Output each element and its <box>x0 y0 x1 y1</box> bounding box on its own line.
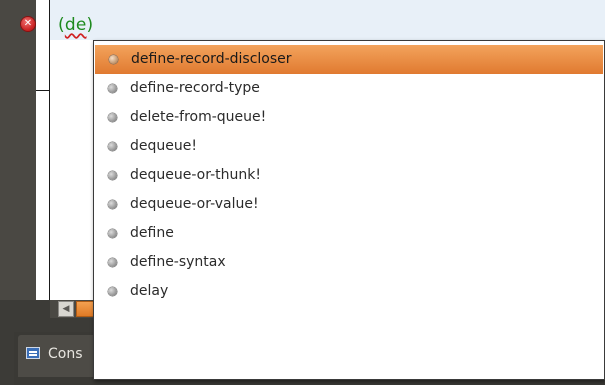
autocomplete-item[interactable]: define-record-discloser <box>95 45 603 74</box>
tab-console-label: Cons <box>48 346 83 362</box>
code-line[interactable]: (de) <box>58 15 93 35</box>
bullet-icon <box>108 142 117 151</box>
error-icon[interactable]: ✕ <box>21 17 35 31</box>
autocomplete-item-label: define-record-discloser <box>131 51 292 67</box>
autocomplete-item-label: dequeue-or-thunk! <box>130 167 261 183</box>
autocomplete-item-label: define <box>130 225 174 241</box>
code-partial-token: de <box>64 15 87 35</box>
autocomplete-item[interactable]: define-syntax <box>94 248 604 277</box>
ruler-marker <box>36 90 50 91</box>
scrollbar-thumb[interactable] <box>76 301 94 317</box>
console-icon <box>26 347 40 359</box>
autocomplete-item[interactable]: delay <box>94 277 604 306</box>
autocomplete-item[interactable]: define <box>94 219 604 248</box>
autocomplete-item-label: dequeue! <box>130 138 197 154</box>
code-open-paren: ( <box>58 15 65 35</box>
autocomplete-item[interactable]: define-record-type <box>94 74 604 103</box>
current-line-highlight <box>50 0 605 40</box>
bullet-icon <box>109 55 118 64</box>
autocomplete-item-label: delete-from-queue! <box>130 109 267 125</box>
autocomplete-item[interactable]: dequeue-or-value! <box>94 190 604 219</box>
bullet-icon <box>108 113 117 122</box>
bullet-icon <box>108 287 117 296</box>
bullet-icon <box>108 171 117 180</box>
code-close-paren: ) <box>86 15 94 35</box>
autocomplete-item-label: define-syntax <box>130 254 226 270</box>
autocomplete-list: define-record-discloser define-record-ty… <box>94 41 604 306</box>
editor-gutter-frame <box>0 0 36 300</box>
autocomplete-item[interactable]: delete-from-queue! <box>94 103 604 132</box>
autocomplete-item[interactable]: dequeue! <box>94 132 604 161</box>
autocomplete-item-label: dequeue-or-value! <box>130 196 259 212</box>
scroll-left-button[interactable]: ◀ <box>58 301 74 317</box>
bullet-icon <box>108 200 117 209</box>
bullet-icon <box>108 258 117 267</box>
bullet-icon <box>108 229 117 238</box>
autocomplete-item[interactable]: dequeue-or-thunk! <box>94 161 604 190</box>
bullet-icon <box>108 84 117 93</box>
line-ruler <box>36 0 50 300</box>
autocomplete-item-label: define-record-type <box>130 80 260 96</box>
autocomplete-popup[interactable]: define-record-discloser define-record-ty… <box>93 40 605 380</box>
autocomplete-item-label: delay <box>130 283 169 299</box>
